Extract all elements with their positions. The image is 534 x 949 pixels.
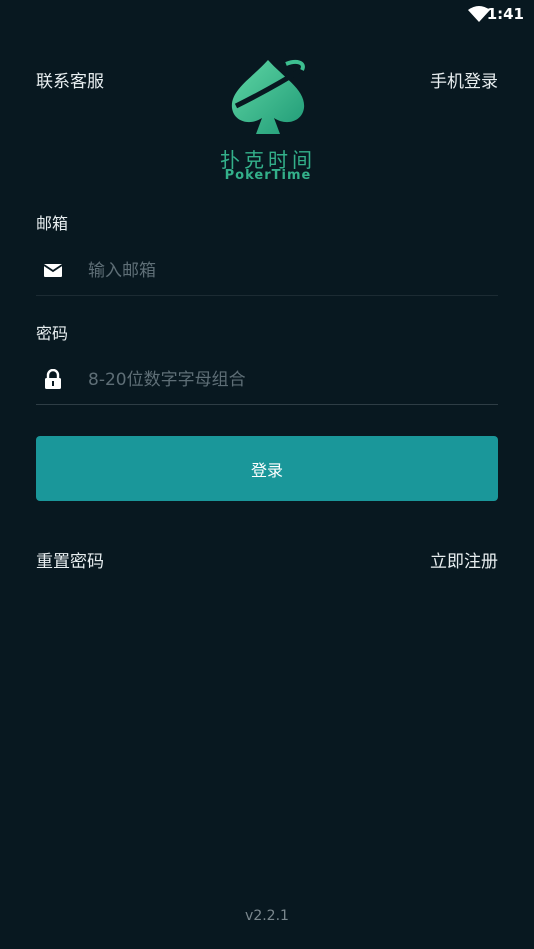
app-version: v2.2.1: [245, 908, 289, 924]
password-field-row: [36, 354, 498, 405]
password-input[interactable]: [86, 362, 490, 398]
status-bar: 1:41: [0, 0, 534, 30]
spade-logo-icon: [231, 60, 306, 134]
logo-english-name: PokerTime: [224, 168, 312, 183]
status-time: 1:41: [486, 5, 524, 23]
email-label: 邮箱: [36, 214, 69, 233]
lock-icon: [45, 369, 61, 389]
password-label: 密码: [36, 324, 69, 343]
reset-password-link[interactable]: 重置密码: [36, 547, 104, 572]
email-field-row: [36, 245, 498, 296]
phone-login-link[interactable]: 手机登录: [430, 67, 498, 92]
register-link[interactable]: 立即注册: [430, 547, 498, 572]
contact-support-link[interactable]: 联系客服: [36, 67, 104, 92]
app-logo: 扑克时间 PokerTime: [216, 56, 320, 186]
envelope-icon: [44, 264, 62, 277]
login-button[interactable]: 登录: [36, 436, 498, 501]
email-input[interactable]: [86, 253, 490, 289]
